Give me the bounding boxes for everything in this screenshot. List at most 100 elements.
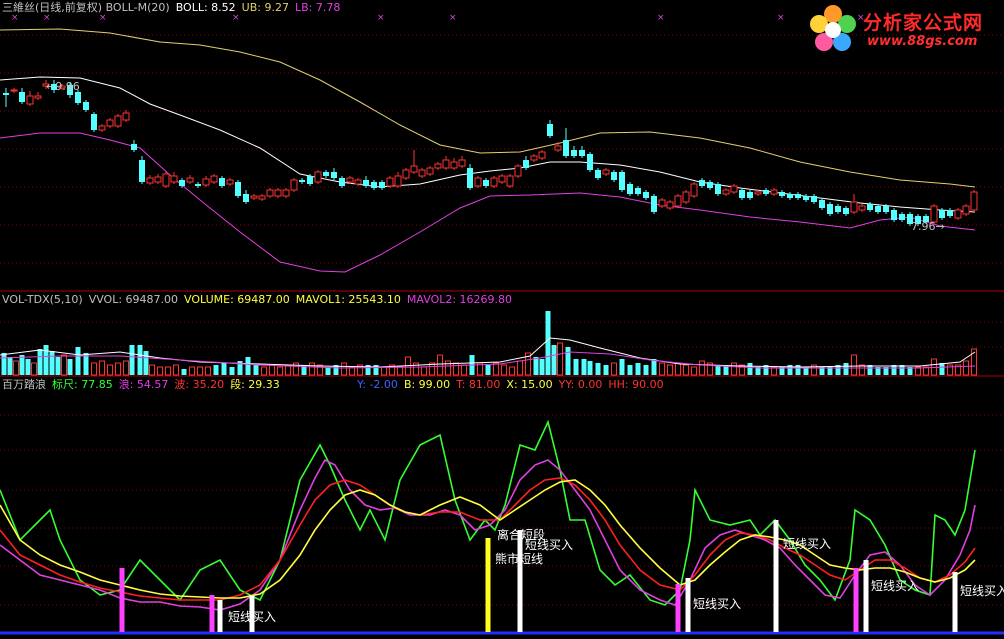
volume-bar: [25, 359, 31, 375]
volume-bar: [421, 366, 427, 376]
volume-bar: [581, 359, 587, 375]
candle-body: [402, 169, 410, 179]
candle-body: [179, 180, 185, 186]
candle-body: [19, 92, 25, 102]
volume-bar: [49, 351, 55, 375]
volume-bar: [859, 364, 865, 376]
candle-body: [595, 170, 601, 178]
candle-body: [514, 165, 522, 177]
chart-canvas[interactable]: × × × × × × × × ×: [0, 0, 1004, 639]
candle-body: [219, 178, 225, 186]
volume-bar: [341, 362, 347, 376]
candle-body: [307, 176, 313, 184]
volume-bar: [253, 365, 259, 375]
top-marker-icon: ×: [449, 13, 457, 23]
signal-bar: [863, 560, 869, 632]
candle-body: [602, 169, 610, 175]
candle-body: [386, 177, 394, 187]
candle-body: [26, 95, 34, 105]
candle-body: [106, 119, 114, 127]
candle-body: [962, 205, 970, 215]
candle-body: [186, 177, 194, 183]
volume-bar: [67, 359, 73, 375]
candle-body: [699, 180, 705, 186]
candle-body: [363, 180, 369, 186]
volume-bar: [551, 345, 557, 375]
volume-bar: [539, 359, 545, 375]
volume-bar: [635, 363, 641, 375]
candle-body: [843, 208, 849, 214]
volume-bar: [325, 367, 331, 375]
top-marker-icon: ×: [43, 13, 51, 23]
candle-body: [162, 173, 170, 187]
candle-body: [939, 210, 945, 218]
candle-body: [379, 182, 385, 188]
volume-bar: [675, 362, 681, 376]
candle-body: [282, 189, 290, 197]
candle-body: [579, 150, 585, 156]
volume-bar: [123, 360, 129, 376]
candle-body: [899, 214, 905, 220]
signal-label: 熊市短线: [495, 552, 544, 566]
volume-bar: [619, 359, 625, 375]
volume-bar: [667, 364, 673, 376]
candle-body: [195, 184, 201, 186]
signal-label: 短线买入: [228, 610, 277, 624]
signal-bar: [119, 568, 125, 632]
signal-bar: [209, 595, 215, 632]
volume-bar: [485, 365, 491, 375]
volume-bar: [517, 360, 523, 376]
candle-body: [658, 199, 666, 207]
signal-label: 短线买入: [871, 579, 920, 593]
candle-body: [83, 102, 89, 110]
high-price-tag: ←9.96: [46, 80, 80, 93]
panel-separators: [0, 290, 1004, 635]
candle-body: [131, 144, 137, 150]
volume-bar: [509, 366, 515, 376]
signal-bar: [853, 568, 859, 632]
signal-bar: [952, 572, 958, 632]
volume-bar: [651, 359, 657, 375]
candle-body: [243, 194, 249, 202]
candle-body: [10, 89, 18, 92]
volume-bar: [107, 364, 113, 376]
candle-body: [739, 190, 745, 198]
volume-bar: [245, 357, 251, 375]
candle-body: [530, 155, 538, 161]
volume-bar: [55, 357, 61, 375]
volume-bar: [1, 353, 7, 375]
volume-bar: [627, 365, 633, 375]
candle-body: [690, 183, 698, 197]
candle-body: [483, 180, 489, 186]
volume-bar: [445, 360, 451, 376]
candle-body: [571, 150, 577, 156]
volume-bar: [269, 364, 275, 376]
candle-body: [274, 189, 282, 197]
candle-body: [875, 206, 881, 212]
candle-body: [827, 204, 833, 214]
candle-body: [75, 92, 81, 103]
candle-body: [290, 179, 298, 191]
signal-bar: [485, 538, 491, 632]
candle-body: [202, 178, 210, 186]
volume-bar: [309, 362, 315, 376]
volume-bar: [501, 364, 507, 376]
site-logo[interactable]: 分析家公式网 www.88gs.com: [805, 2, 1004, 58]
candle-body: [674, 195, 682, 207]
top-marker-icon: ×: [657, 13, 665, 23]
candle-body: [611, 172, 617, 180]
volume-bar: [437, 354, 443, 376]
volume-bar: [221, 363, 227, 375]
candle-body: [91, 114, 97, 130]
candle-body: [226, 179, 234, 185]
volume-bar: [143, 351, 149, 375]
candle-body: [442, 159, 450, 169]
candle-body: [331, 172, 337, 178]
top-marker-icon: ×: [99, 13, 107, 23]
volume-bar: [75, 347, 81, 375]
candle-body: [763, 190, 769, 194]
candle-body: [394, 175, 402, 187]
candle-body: [258, 195, 266, 200]
volume-bar: [137, 345, 143, 375]
volume-bar: [397, 366, 403, 376]
